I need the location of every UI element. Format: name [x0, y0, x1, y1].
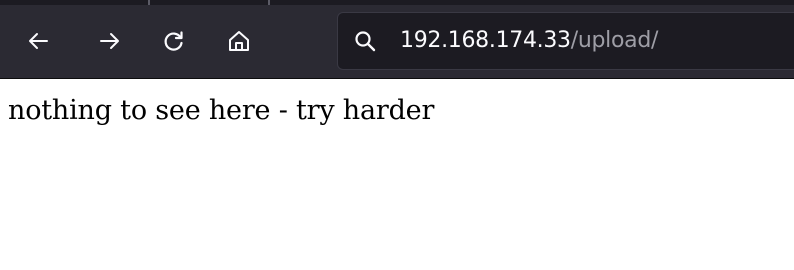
- reload-icon: [164, 31, 183, 51]
- url-host: 192.168.174.33: [400, 28, 571, 53]
- browser-toolbar: 192.168.174.33/upload/: [0, 5, 794, 79]
- forward-arrow-icon: [100, 33, 119, 49]
- home-icon: [229, 31, 249, 51]
- page-body-text: nothing to see here - try harder: [8, 95, 435, 126]
- home-button[interactable]: [221, 23, 257, 59]
- forward-button[interactable]: [92, 23, 128, 59]
- address-bar[interactable]: 192.168.174.33/upload/: [337, 12, 794, 70]
- back-button[interactable]: [20, 23, 56, 59]
- back-arrow-icon: [29, 33, 48, 49]
- reload-button[interactable]: [156, 23, 192, 59]
- page-content: nothing to see here - try harder: [0, 80, 794, 270]
- url-text[interactable]: 192.168.174.33/upload/: [400, 27, 658, 55]
- search-icon: [355, 31, 376, 52]
- url-path: /upload/: [570, 28, 659, 53]
